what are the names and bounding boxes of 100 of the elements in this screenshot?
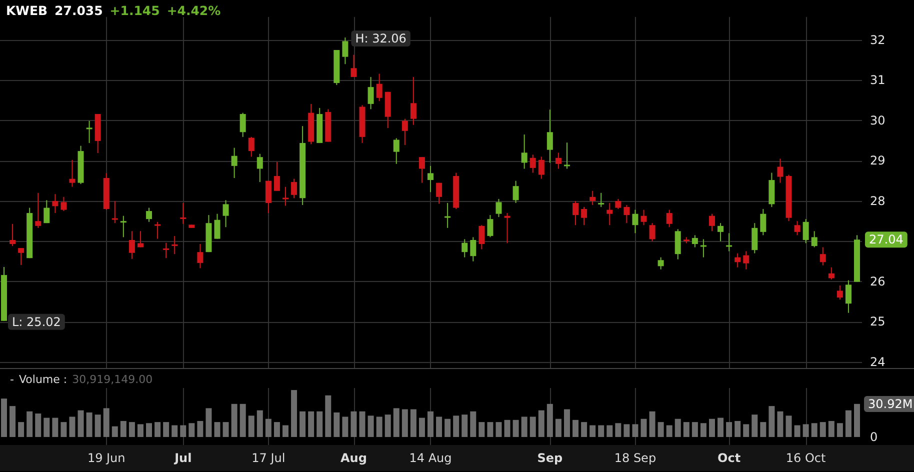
falling-candle: [640, 210, 647, 226]
volume-bar: [384, 414, 391, 437]
rising-candle: [256, 154, 263, 182]
volume-bar: [342, 416, 348, 437]
rising-candle: [470, 237, 476, 262]
volume-bar: [700, 423, 706, 437]
volume-bar: [572, 420, 578, 437]
falling-candle: [325, 109, 332, 142]
rising-candle: [700, 239, 706, 258]
falling-candle: [615, 198, 622, 209]
falling-candle: [197, 244, 204, 268]
volume-bar: [291, 390, 298, 437]
rising-candle: [368, 76, 374, 110]
volume-bar: [112, 426, 118, 437]
rising-candle: [334, 50, 340, 86]
volume-bar: [188, 423, 195, 437]
volume-bar: [402, 409, 408, 437]
date-label: 18 Sep: [614, 451, 656, 465]
rising-candle: [26, 208, 33, 258]
volume-bar: [428, 411, 434, 437]
volume-bar: [137, 424, 144, 437]
volume-bar: [103, 408, 110, 437]
volume-bar: [334, 412, 340, 437]
falling-candle: [572, 200, 578, 226]
falling-candle: [478, 225, 485, 250]
volume-bar: [453, 416, 460, 437]
falling-candle: [649, 223, 656, 242]
volume-bar: [60, 422, 67, 437]
volume-value-tag: 30.92M: [864, 396, 914, 412]
falling-candle: [581, 207, 588, 226]
volume-bar: [410, 409, 416, 437]
volume-bar: [786, 416, 792, 437]
falling-candle: [504, 213, 510, 244]
volume-bar: [854, 404, 860, 437]
volume-bar: [478, 422, 485, 437]
volume-bar: [436, 416, 442, 437]
falling-candle: [734, 253, 741, 268]
falling-candle: [128, 231, 135, 259]
rising-candle: [146, 208, 152, 222]
falling-candle: [154, 222, 161, 239]
volume-bar: [546, 404, 553, 437]
volume-bar: [598, 425, 604, 437]
volume-bar: [512, 420, 519, 437]
volume-bar: [581, 422, 588, 437]
price-change: +1.145: [110, 3, 160, 17]
volume-bar: [274, 422, 280, 437]
rising-candle: [760, 209, 766, 236]
volume-bar: [86, 412, 92, 437]
volume-bar: [368, 416, 374, 437]
falling-candle: [666, 210, 672, 228]
falling-candle: [828, 267, 834, 280]
volume-bar: [316, 411, 323, 437]
volume-bar: [760, 422, 766, 437]
rising-candle: [845, 280, 852, 313]
volume-bar: [350, 411, 357, 437]
falling-candle: [836, 285, 843, 300]
rising-candle: [854, 235, 860, 282]
volume-bar: [197, 421, 204, 437]
rising-candle: [428, 166, 434, 192]
falling-candle: [794, 221, 800, 236]
volume-bar: [308, 411, 314, 437]
volume-bar: [606, 425, 613, 437]
date-label: 19 Jun: [87, 451, 126, 465]
volume-bar: [752, 414, 758, 437]
volume-bar: [666, 425, 672, 437]
axis-label: 0: [870, 430, 878, 444]
rising-candle: [393, 138, 400, 164]
volume-bar: [376, 416, 382, 437]
volume-bar: [214, 422, 220, 437]
falling-candle: [94, 114, 101, 154]
volume-bar: [504, 420, 510, 437]
volume-bar: [709, 418, 715, 437]
rising-candle: [658, 257, 664, 270]
volume-reading: 30,919,149.00: [72, 373, 153, 386]
volume-bar: [674, 418, 681, 437]
volume-bar: [496, 422, 502, 437]
rising-candle: [598, 192, 604, 207]
falling-candle: [282, 186, 288, 206]
volume-bar: [683, 422, 690, 437]
date-label: 17 Jul: [252, 451, 286, 465]
volume-bar: [128, 422, 135, 437]
falling-candle: [274, 162, 280, 191]
collapse-toggle[interactable]: -: [10, 373, 14, 386]
falling-candle: [683, 237, 690, 244]
falling-candle: [350, 54, 357, 77]
volume-bar: [794, 425, 800, 437]
rising-candle: [78, 146, 84, 184]
volume-bar: [768, 406, 775, 437]
volume-bar: [590, 425, 596, 437]
axis-label: 24: [870, 354, 886, 369]
falling-candle: [291, 178, 298, 198]
volume-bar: [359, 411, 366, 437]
volume-bar: [240, 404, 246, 437]
axis-label: 31: [870, 73, 886, 88]
rising-candle: [120, 216, 126, 238]
rising-candle: [752, 223, 758, 254]
volume-bar: [52, 418, 58, 437]
volume-bar: [692, 422, 698, 437]
volume-bar: [564, 409, 570, 437]
volume-bar: [94, 414, 101, 437]
